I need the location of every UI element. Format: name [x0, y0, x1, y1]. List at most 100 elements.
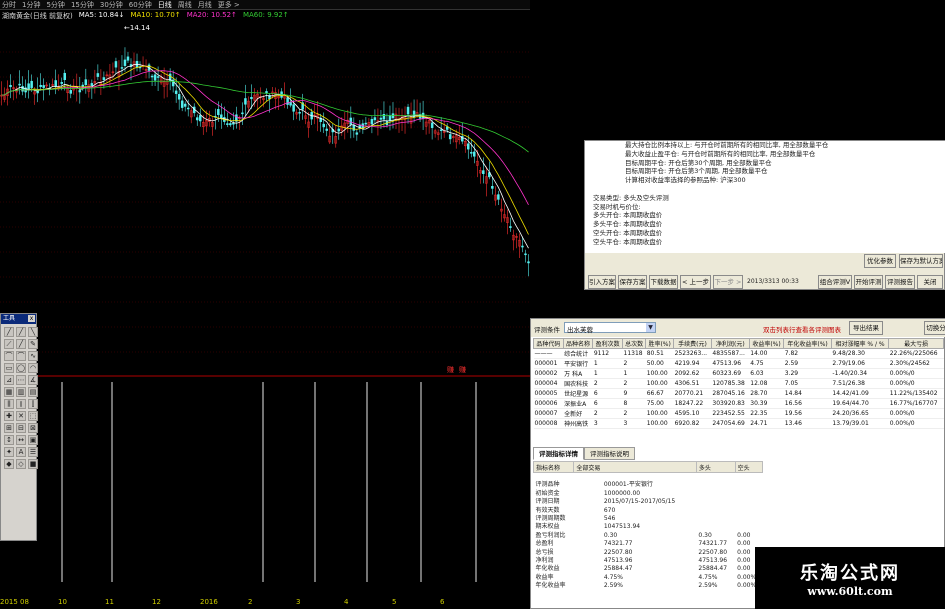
download-data-button[interactable]: 下载数据 [649, 275, 678, 289]
condition-select[interactable]: 出水芙蓉 ▼ [564, 322, 656, 334]
column-header[interactable]: 盈利次数 [592, 338, 624, 349]
period-tab-5[interactable]: 60分钟 [129, 0, 152, 9]
drawing-tool-icon[interactable]: ⌒ [16, 351, 26, 361]
drawing-tool-icon[interactable]: ∿ [28, 351, 38, 361]
drawing-tool-icon[interactable]: ◆ [4, 459, 14, 469]
drawing-tool-icon[interactable]: ╱ [16, 339, 26, 349]
column-header[interactable]: 净利润(元) [710, 338, 750, 349]
detail-row: 评测周期数 546 [534, 515, 763, 523]
column-header[interactable]: 总次数 [622, 338, 647, 349]
close-icon[interactable]: x [28, 315, 35, 322]
strategy-description-text: 最大持仓比例本持以上: 与开仓时前期所有的相同比率, 用全部数量平仓 最大收益止盈… [585, 141, 945, 253]
drawing-tool-icon[interactable]: ◇ [16, 459, 26, 469]
column-header[interactable]: 最大亏损 [888, 338, 944, 349]
table-row[interactable]: ——— 综合统计 9112 11318 80.51 2523263... 4835587..… [533, 348, 944, 359]
table-row[interactable]: 000007 全新好 2 2 100.00 4595.10 223452.55 22.35 19… [533, 408, 944, 419]
detail-cell [696, 498, 735, 506]
save-default-button[interactable]: 保存为默认方案 [899, 254, 943, 268]
table-row[interactable]: 000002 万 科A 1 1 100.00 2092.62 60323.69 6.03 3.2… [533, 368, 944, 379]
drawing-tool-icon[interactable]: ✎ [28, 339, 38, 349]
table-row[interactable]: 000001 平安银行 1 2 50.00 4219.94 47513.96 4.75 2.59… [533, 358, 944, 369]
drawing-tool-icon[interactable]: ▣ [28, 435, 38, 445]
drawing-tool-icon[interactable]: ⟋ [4, 339, 14, 349]
drawing-tool-icon[interactable]: ╱ [16, 327, 26, 337]
drawing-tool-icon[interactable]: ⫾ [16, 399, 26, 409]
period-tab-9[interactable]: 更多 > [218, 0, 240, 9]
period-tab-4[interactable]: 30分钟 [100, 0, 123, 9]
period-tab-8[interactable]: 月线 [198, 0, 212, 9]
switch-button[interactable]: 切换分 [924, 321, 945, 335]
candle-body [120, 67, 124, 69]
chevron-down-icon[interactable]: ▼ [646, 323, 655, 332]
tab-metric-description[interactable]: 评测指标说明 [584, 447, 635, 460]
column-header[interactable]: 收益率(%) [748, 338, 785, 349]
drawing-tool-icon[interactable]: ☰ [28, 447, 38, 457]
combo-eval-button[interactable]: 组合评测V [818, 275, 852, 289]
prev-step-button[interactable]: < 上一步 [680, 275, 711, 289]
drawing-tool-icon[interactable]: ⬚ [28, 411, 38, 421]
drawing-tool-icon[interactable]: ▦ [4, 387, 14, 397]
signal-label: 赚 [447, 365, 454, 374]
column-header[interactable]: 品种名称 [562, 338, 594, 349]
drawing-tool-icon[interactable]: ✚ [4, 411, 14, 421]
column-header[interactable]: 品种代码 [533, 338, 564, 349]
table-row[interactable]: 000006 深振业A 6 8 75.00 18247.22 303920.83 30.39 1… [533, 398, 944, 409]
drawing-tool-icon[interactable]: ⫿ [28, 399, 38, 409]
watermark-logo: 乐淘公式网 www.60lt.com [755, 547, 945, 609]
drawing-tool-icon[interactable]: ✦ [4, 447, 14, 457]
eval-report-button[interactable]: 评测报告 [885, 275, 915, 289]
candle-body [527, 261, 530, 264]
column-header[interactable]: 胜率(%) [645, 338, 675, 349]
drawing-tool-icon[interactable]: ⊟ [16, 423, 26, 433]
drawing-tool-icon[interactable]: ╱ [4, 327, 14, 337]
drawing-tool-icon[interactable]: ⊿ [4, 375, 14, 385]
column-header[interactable]: 年化收益率(%) [783, 338, 832, 349]
period-tab-1[interactable]: 1分钟 [22, 0, 40, 9]
next-step-button[interactable]: 下一步 > [713, 275, 743, 289]
start-eval-button[interactable]: 开始评测 [854, 275, 883, 289]
candlestick-chart[interactable]: ←14.14 赚赚 [0, 22, 530, 582]
export-results-button[interactable]: 导出结果 [849, 321, 883, 335]
drawing-tool-icon[interactable]: ⌒ [4, 351, 14, 361]
drawing-tool-icon[interactable]: ▥ [16, 387, 26, 397]
table-cell: 28.70 [749, 388, 784, 399]
drawing-tool-icon[interactable]: ⊠ [28, 423, 38, 433]
tab-metric-details[interactable]: 评测指标详情 [533, 447, 584, 460]
drawing-tool-icon[interactable]: ⋯ [16, 375, 26, 385]
period-tab-2[interactable]: 5分钟 [46, 0, 64, 9]
optimize-params-button[interactable]: 优化参数 [864, 254, 896, 268]
description-line: 交易类型: 多头及空头评测 [593, 193, 669, 202]
drawing-tool-icon[interactable]: ✕ [16, 411, 26, 421]
description-line: 最大收益止盈平仓: 与开仓时前期所有的相同比率, 用全部数量平仓 [625, 149, 816, 158]
drawing-tool-icon[interactable]: ▤ [28, 387, 38, 397]
drawing-tool-icon[interactable]: ⊞ [4, 423, 14, 433]
close-button[interactable]: 关闭 [917, 275, 943, 289]
column-header[interactable]: 相对涨幅率 % / % [830, 338, 890, 349]
drawing-tool-icon[interactable]: ╲ [28, 327, 38, 337]
period-tab-7[interactable]: 周线 [178, 0, 192, 9]
drawing-tool-icon[interactable]: ⫼ [4, 399, 14, 409]
table-cell: 平安银行 [563, 358, 593, 369]
table-row[interactable]: 000004 国农科技 2 2 100.00 4306.51 120785.38 12.08 7… [533, 378, 944, 389]
detail-cell: 4.75% [603, 573, 623, 581]
table-row[interactable]: 000008 神州高铁 3 3 100.00 6920.82 247054.69 24.71 1… [533, 418, 944, 429]
save-plan-button[interactable]: 保存方案 [618, 275, 647, 289]
drawing-tool-icon[interactable]: ◠ [28, 363, 38, 373]
detail-cell [735, 498, 762, 506]
period-tab-3[interactable]: 15分钟 [71, 0, 94, 9]
period-tab-0[interactable]: 分时 [2, 0, 16, 9]
drawing-tool-icon[interactable]: ▭ [4, 363, 14, 373]
drawing-tool-palette[interactable]: 工具 x ╱ ╱ ╲ ⟋ ╱ ✎ ⌒ ⌒ ∿ ▭ ◯ ◠ ⊿ ⋯ ∡ ▦ ▥ ▤ ⫼ ⫾ ⫿ ✚ ✕ ⬚ ⊞ ⊟ ⊠ ↕ ↔ ▣ ✦ A ☰ ◆ ◇… [0, 313, 38, 541]
candle-body [81, 84, 85, 87]
drawing-tool-icon[interactable]: ↕ [4, 435, 14, 445]
table-row[interactable]: 000005 世纪星源 6 9 66.67 20770.21 287045.16 28.70 1… [533, 388, 944, 399]
column-header[interactable]: 手续费(元) [673, 338, 712, 349]
drawing-tool-icon[interactable]: ↔ [16, 435, 26, 445]
drawing-tool-icon[interactable]: ■ [28, 459, 38, 469]
drawing-tool-icon[interactable]: ∡ [28, 375, 38, 385]
drawing-tool-icon[interactable]: ◯ [16, 363, 26, 373]
period-tab-6[interactable]: 日线 [158, 0, 172, 9]
import-plan-button[interactable]: 引入方案 [588, 275, 616, 289]
x-tick-label: 6 [440, 598, 445, 606]
drawing-tool-icon[interactable]: A [16, 447, 26, 457]
